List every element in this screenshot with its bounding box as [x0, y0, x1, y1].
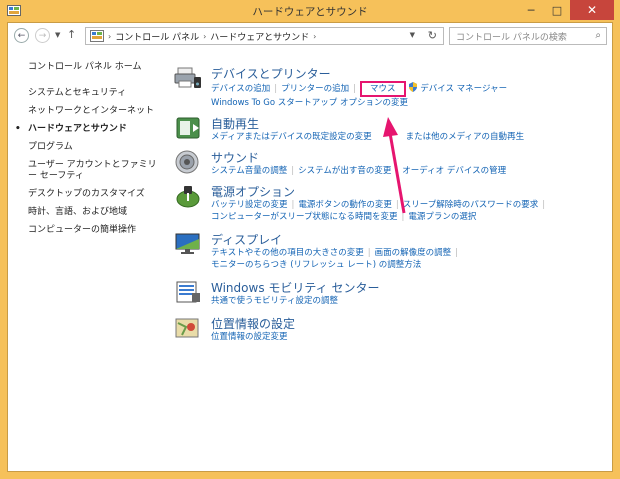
back-button[interactable]: ← [14, 28, 29, 43]
breadcrumb-control-panel[interactable]: コントロール パネル [115, 30, 199, 43]
chevron-right-icon: › [108, 31, 112, 41]
heading-mobility[interactable]: Windows モビリティ センター [211, 279, 379, 296]
location-settings-icon[interactable] [174, 315, 202, 341]
refresh-icon[interactable]: ↻ [428, 29, 437, 42]
chevron-down-icon: ▼ [55, 31, 61, 39]
nav-home-link[interactable]: コントロール パネル ホーム [28, 59, 168, 72]
nav-item-ease-of-access[interactable]: コンピューターの簡単操作 [28, 225, 168, 236]
link-windows-to-go[interactable]: Windows To Go スタートアップ オプションの変更 [211, 98, 408, 108]
display-icon[interactable] [174, 231, 202, 257]
arrow-left-icon: ← [17, 30, 26, 41]
nav-item-desktop[interactable]: デスクトップのカスタマイズ [28, 189, 168, 200]
link-sleep-time[interactable]: コンピューターがスリープ状態になる時間を変更 [211, 212, 398, 222]
heading-sound[interactable]: サウンド [211, 149, 259, 166]
link-refresh-rate[interactable]: モニターのちらつき (リフレッシュ レート) の調整方法 [211, 260, 421, 270]
address-bar[interactable]: › コントロール パネル › ハードウェアとサウンド › ▼ ↻ [85, 27, 444, 45]
annotation-arrow-icon [383, 117, 406, 214]
arrow-right-icon: → [38, 30, 47, 41]
link-system-volume[interactable]: システム音量の調整 [211, 166, 287, 176]
client-area: ← → ▼ ↑ › コントロール パネル › ハードウェアとサウンド › ▼ ↻ [7, 22, 613, 472]
link-autoplay-defaults[interactable]: メディアまたはデバイスの既定設定の変更 [211, 132, 372, 142]
link-autoplay-other[interactable]: または他のメディアの自動再生 [406, 132, 524, 142]
mobility-center-icon[interactable] [174, 279, 202, 305]
search-input[interactable]: コントロール パネルの検索 ⌕ [449, 27, 607, 45]
heading-power[interactable]: 電源オプション [211, 183, 295, 200]
maximize-button[interactable]: □ [544, 0, 570, 20]
left-nav: コントロール パネル ホーム システムとセキュリティ ネットワークとインターネッ… [15, 59, 168, 243]
link-device-manager[interactable]: デバイス マネージャー [420, 84, 507, 94]
link-system-sounds[interactable]: システムが出す音の変更 [298, 166, 391, 176]
nav-item-system-security[interactable]: システムとセキュリティ [28, 88, 168, 99]
current-bullet-icon: • [15, 124, 21, 134]
nav-item-network[interactable]: ネットワークとインターネット [28, 106, 168, 117]
maximize-icon: □ [551, 3, 563, 17]
heading-display[interactable]: ディスプレイ [211, 231, 282, 248]
link-resolution[interactable]: 画面の解像度の調整 [375, 248, 452, 258]
uac-shield-icon [409, 82, 418, 92]
control-panel-icon [90, 30, 104, 42]
printer-icon[interactable] [174, 65, 202, 91]
forward-button[interactable]: → [35, 28, 50, 43]
breadcrumb-hardware-sound[interactable]: ハードウェアとサウンド [210, 30, 309, 43]
minimize-button[interactable]: ─ [518, 0, 544, 20]
power-options-icon[interactable] [174, 183, 202, 209]
link-power-plan[interactable]: 電源プランの選択 [408, 212, 476, 222]
search-placeholder: コントロール パネルの検索 [456, 32, 567, 43]
link-add-printer[interactable]: プリンターの追加 [281, 84, 349, 94]
window: ハードウェアとサウンド ─ □ ✕ ← → ▼ ↑ › コントロール パネル › [0, 0, 620, 479]
search-icon[interactable]: ⌕ [595, 30, 601, 41]
minimize-icon: ─ [527, 3, 535, 17]
chevron-right-icon[interactable]: › [203, 32, 206, 41]
link-text-size[interactable]: テキストやその他の項目の大きさの変更 [211, 248, 364, 258]
link-wake-password[interactable]: スリープ解除時のパスワードの要求 [403, 200, 539, 210]
nav-item-label: ハードウェアとサウンド [28, 124, 127, 134]
nav-item-clock-region[interactable]: 時計、言語、および地域 [28, 207, 168, 218]
heading-autoplay[interactable]: 自動再生 [211, 115, 259, 132]
title-bar[interactable]: ハードウェアとサウンド ─ □ ✕ [0, 0, 620, 22]
link-battery-settings[interactable]: バッテリ設定の変更 [211, 200, 288, 210]
address-row: ← → ▼ ↑ › コントロール パネル › ハードウェアとサウンド › ▼ ↻ [8, 23, 612, 49]
heading-devices-printers[interactable]: デバイスとプリンター [211, 65, 331, 82]
up-button[interactable]: ↑ [67, 28, 76, 41]
link-mobility-settings[interactable]: 共通で使うモビリティ設定の調整 [211, 296, 338, 306]
link-location-change[interactable]: 位置情報の設定変更 [211, 332, 288, 342]
link-audio-devices[interactable]: オーディオ デバイスの管理 [402, 166, 506, 176]
link-power-button[interactable]: 電源ボタンの動作の変更 [298, 200, 392, 210]
close-button[interactable]: ✕ [570, 0, 614, 20]
chevron-right-icon[interactable]: › [313, 32, 316, 41]
nav-item-hardware-sound[interactable]: • ハードウェアとサウンド [15, 124, 168, 135]
heading-location[interactable]: 位置情報の設定 [211, 315, 295, 332]
nav-item-programs[interactable]: プログラム [28, 142, 168, 153]
link-add-device[interactable]: デバイスの追加 [211, 84, 270, 94]
arrow-up-icon: ↑ [67, 28, 77, 41]
address-dropdown[interactable]: ▼ [410, 31, 415, 39]
nav-item-user-accounts[interactable]: ユーザー アカウントとファミリー セーフティ [28, 160, 158, 182]
speaker-icon[interactable] [174, 149, 202, 175]
close-icon: ✕ [586, 3, 598, 17]
link-mouse[interactable]: マウス [360, 81, 406, 97]
recent-locations-dropdown[interactable]: ▼ [55, 31, 60, 39]
autoplay-icon[interactable] [174, 115, 202, 141]
